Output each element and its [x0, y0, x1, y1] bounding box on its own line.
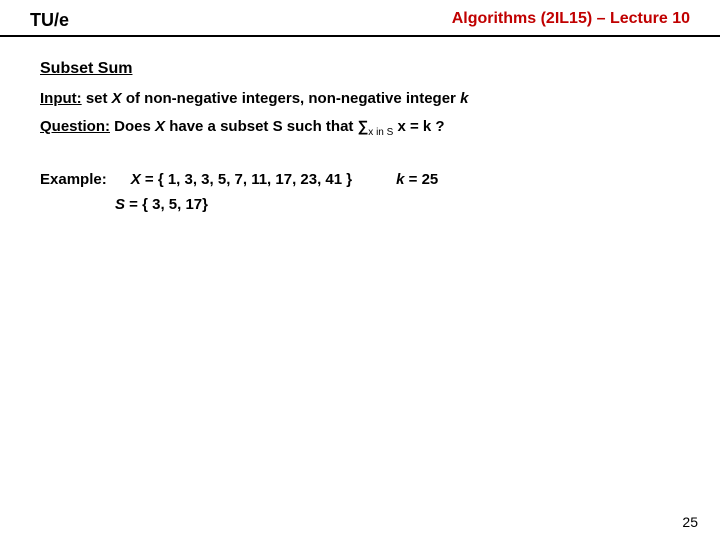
slide-title: Subset Sum	[40, 55, 680, 82]
input-label: Input:	[40, 90, 82, 107]
example-block: Example: X = { 1, 3, 3, 5, 7, 11, 17, 23…	[40, 167, 680, 218]
input-text1: set	[82, 90, 112, 107]
question-line: Question: Does X have a subset S such th…	[40, 114, 680, 141]
input-k: k	[460, 90, 468, 107]
input-text2: of non-negative integers, non-negative i…	[122, 90, 460, 107]
header-logo: TU/e	[30, 10, 69, 31]
input-X: X	[112, 90, 122, 107]
question-mid: have a subset S such that	[165, 118, 358, 135]
question-sub: x in S	[368, 127, 393, 138]
question-label: Question:	[40, 118, 110, 135]
slide-content: Subset Sum Input: set X of non-negative …	[0, 37, 720, 218]
slide-header: TU/e Algorithms (2IL15) – Lecture 10	[0, 0, 720, 35]
question-eq: x = k ?	[393, 118, 444, 135]
input-line: Input: set X of non-negative integers, n…	[40, 86, 680, 112]
example-label: Example:	[40, 167, 107, 193]
example-X: X = { 1, 3, 3, 5, 7, 11, 17, 23, 41 }	[131, 167, 352, 193]
header-course: Algorithms (2IL15) – Lecture 10	[452, 10, 690, 28]
page-number: 25	[682, 514, 698, 530]
example-S: S = { 3, 5, 17}	[115, 192, 680, 218]
question-prefix: Does	[110, 118, 155, 135]
question-X: X	[155, 118, 165, 135]
question-sum: ∑	[358, 118, 369, 135]
example-k: k = 25	[396, 167, 438, 193]
